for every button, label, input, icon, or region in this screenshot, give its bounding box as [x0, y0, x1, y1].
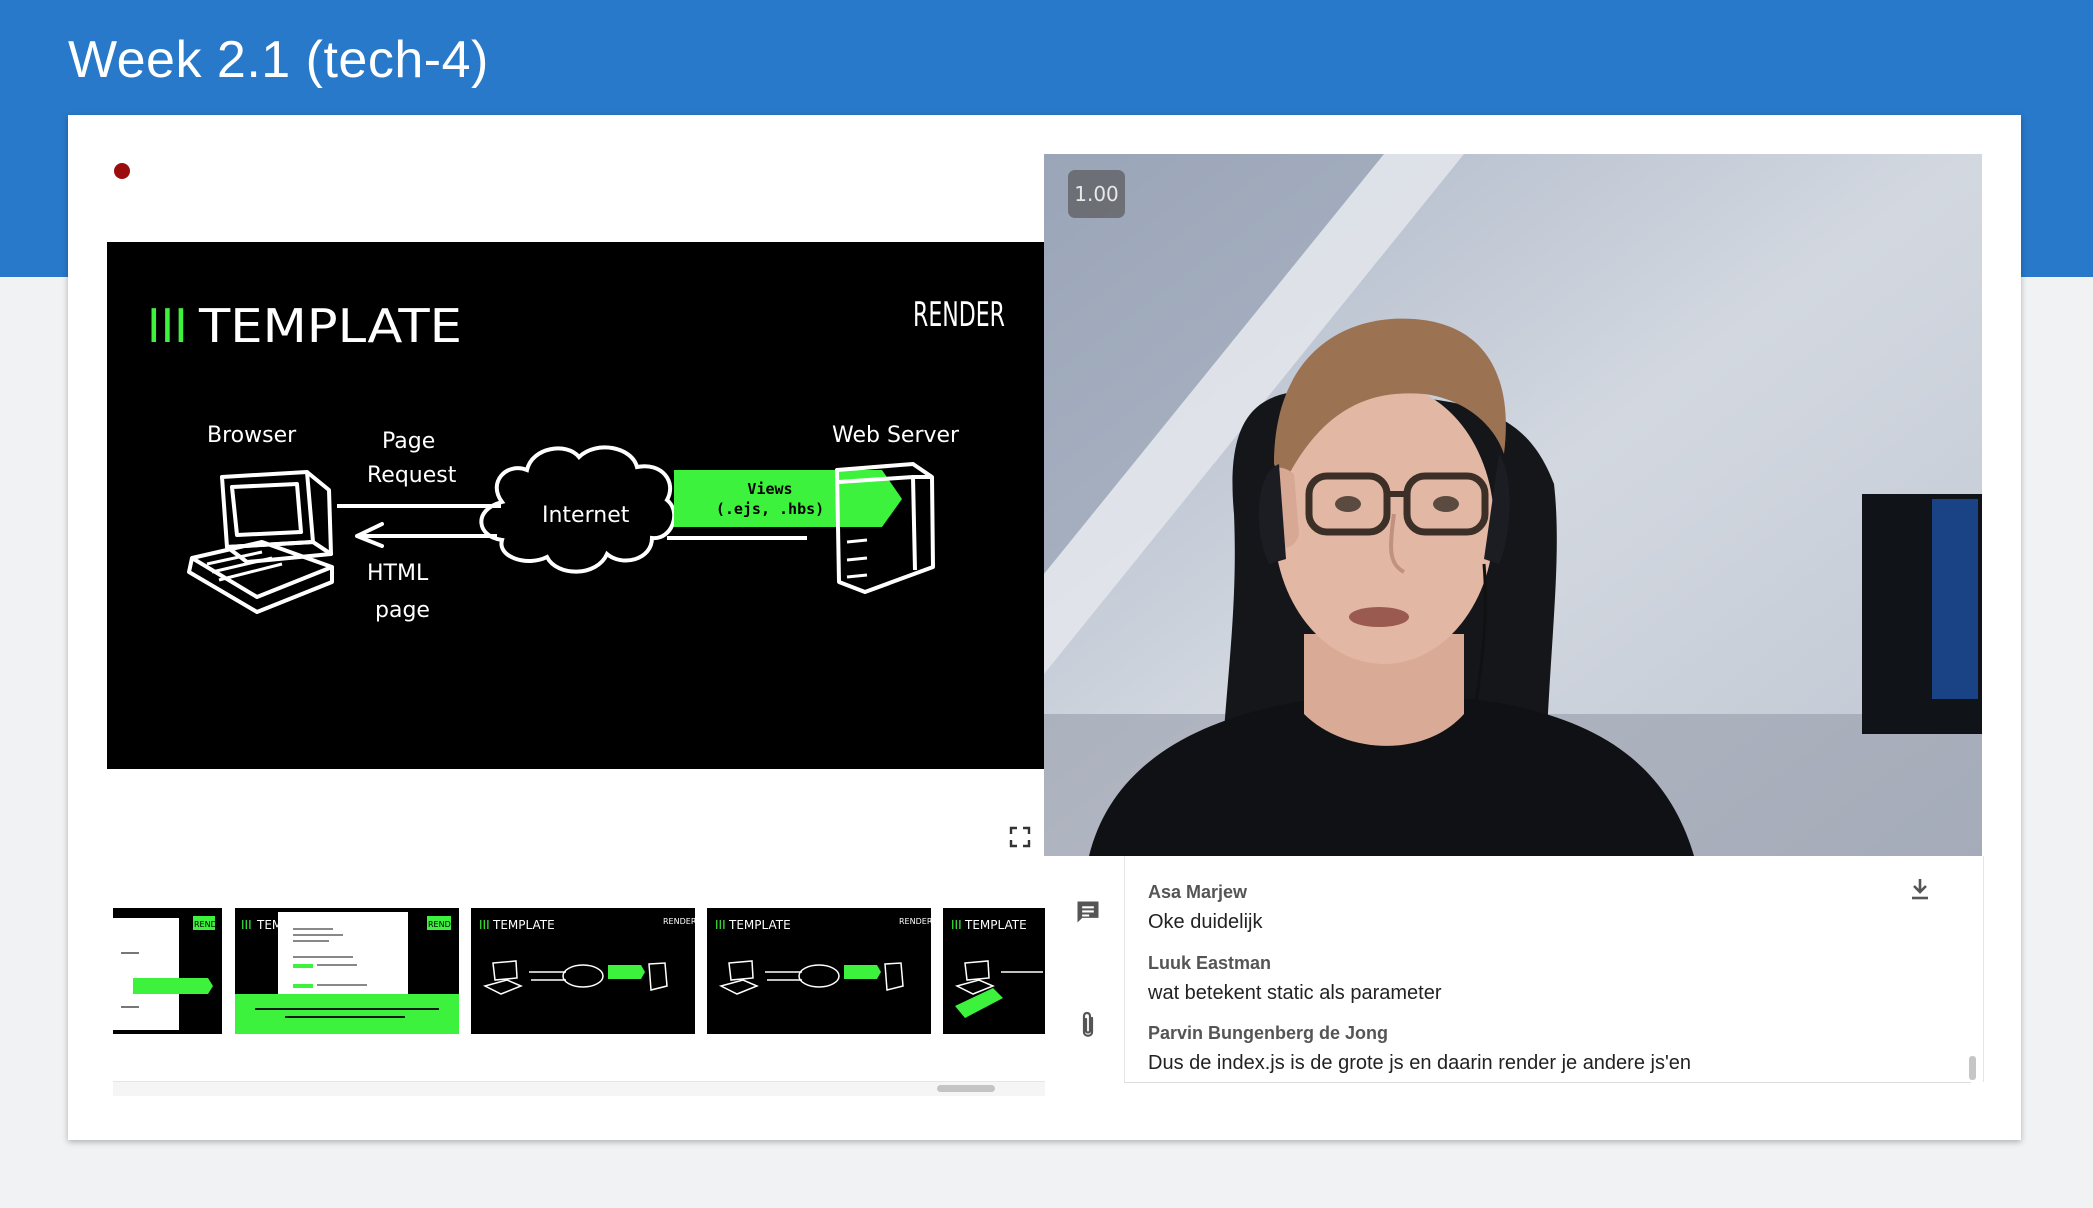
webcam-video: [1044, 154, 1982, 856]
chat-sender: Luuk Eastman: [1148, 953, 1272, 973]
chat-scrollbar[interactable]: [1969, 1056, 1976, 1080]
paperclip-icon[interactable]: [1076, 1010, 1100, 1040]
browser-label: Browser: [207, 423, 297, 448]
response-label-2: page: [375, 598, 430, 623]
svg-text:III: III: [951, 918, 962, 932]
views-label-2: (.ejs, .hbs): [716, 500, 824, 518]
computer-icon: [187, 470, 334, 614]
thumb-section: RENDER: [899, 917, 931, 926]
chat-message-list: Asa Marjew Oke duidelijk Luuk Eastman wa…: [1124, 856, 1971, 1083]
thumbnail-scroll-thumb[interactable]: [937, 1085, 995, 1092]
fullscreen-icon[interactable]: [1009, 826, 1031, 848]
slide-title-numeral: III: [147, 299, 188, 353]
slide-thumbnail[interactable]: III TEMPLATE RENDER: [707, 908, 931, 1034]
svg-text:TEMPLATE: TEMPLATE: [728, 918, 791, 932]
internet-label: Internet: [542, 503, 630, 528]
slide-thumbnail[interactable]: III TEMPLATE RENDER: [471, 908, 695, 1034]
slide-title: TEMPLATE: [198, 299, 462, 353]
chat-sidebar: [1050, 856, 1124, 1082]
svg-text:III: III: [479, 918, 490, 932]
request-label-1: Page: [382, 429, 435, 454]
svg-text:III: III: [715, 918, 726, 932]
chat-sender: Parvin Bungenberg de Jong: [1148, 1023, 1389, 1043]
svg-text:TEMPLATE: TEMPLATE: [964, 918, 1027, 932]
views-label-1: Views: [747, 480, 792, 498]
slide-view: III TEMPLATE RENDER Browser Page Request…: [107, 242, 1045, 769]
recording-dot-icon: [114, 163, 130, 179]
thumb-section: RENDER: [194, 920, 222, 929]
thumbnail-scrollbar[interactable]: [113, 1081, 1045, 1096]
chat-text: Oke duidelijk: [1148, 911, 1263, 933]
chat-message: Asa Marjew Oke duidelijk: [1148, 882, 1263, 934]
playback-speed-badge[interactable]: 1.00: [1068, 170, 1125, 218]
thumb-section: RENDER: [663, 917, 695, 926]
chat-message: Luuk Eastman wat betekent static als par…: [1148, 953, 1441, 1005]
slide-thumbnail[interactable]: III TEMPLATE: [943, 908, 1045, 1034]
slide-thumbnail[interactable]: RENDER: [113, 908, 222, 1034]
slide-section: RENDER: [913, 295, 1005, 335]
slide-thumbnail-strip: RENDER III TEMP RENDER III TEMPLATE REND…: [113, 908, 1045, 1035]
thumb-section: RENDER: [428, 920, 459, 929]
server-label: Web Server: [832, 423, 960, 448]
svg-text:III: III: [241, 918, 252, 932]
download-icon[interactable]: [1908, 876, 1932, 902]
chat-sender: Asa Marjew: [1148, 882, 1248, 902]
chat-text: Dus de index.js is de grote js en daarin…: [1148, 1052, 1692, 1074]
chat-message: Parvin Bungenberg de Jong Dus de index.j…: [1148, 1023, 1691, 1075]
response-label-1: HTML: [367, 561, 429, 586]
svg-text:TEMPLATE: TEMPLATE: [492, 918, 555, 932]
chat-text: wat betekent static als parameter: [1148, 982, 1442, 1004]
request-label-2: Request: [367, 463, 457, 488]
slide-thumbnail[interactable]: III TEMP RENDER: [235, 908, 459, 1034]
page-title: Week 2.1 (tech-4): [68, 31, 489, 89]
chat-bubble-icon[interactable]: [1074, 898, 1102, 926]
